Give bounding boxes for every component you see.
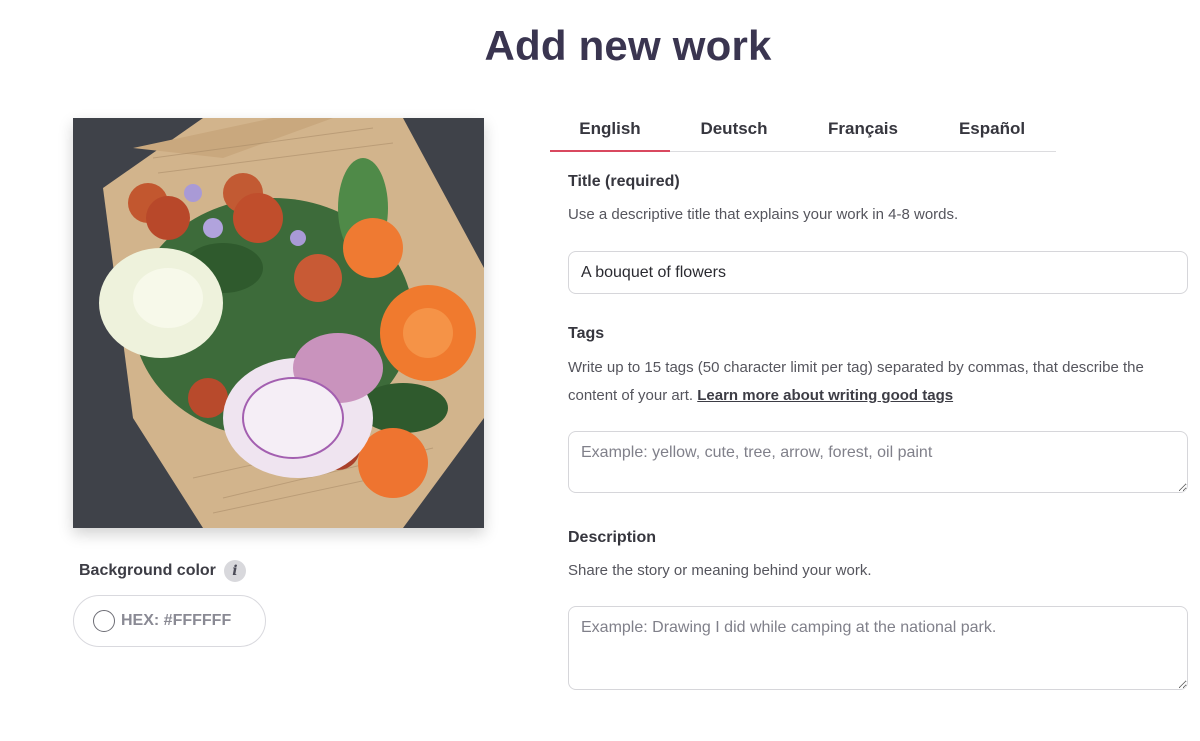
tab-english[interactable]: English (550, 112, 670, 152)
page-title: Add new work (484, 22, 772, 69)
title-label: Title (required) (568, 173, 680, 190)
background-color-label: Background color i (79, 560, 246, 582)
description-help: Share the story or meaning behind your w… (568, 562, 872, 579)
title-help: Use a descriptive title that explains yo… (568, 206, 959, 223)
description-label: Description (568, 529, 657, 546)
tags-help: Write up to 15 tags (50 character limit … (568, 354, 1188, 410)
learn-more-tags-link[interactable]: Learn more about writing good tags (697, 387, 953, 404)
artwork-image (73, 118, 484, 528)
color-swatch[interactable] (93, 610, 115, 632)
tab-francais[interactable]: Français (798, 112, 928, 151)
language-tabs: English Deutsch Français Español (550, 112, 1056, 152)
title-input[interactable] (568, 251, 1188, 294)
background-color-label-text: Background color (79, 562, 216, 579)
background-color-picker[interactable]: HEX: #FFFFFF (73, 595, 266, 647)
description-input[interactable] (568, 606, 1188, 690)
info-icon[interactable]: i (223, 560, 246, 582)
tags-input[interactable] (568, 431, 1188, 493)
tags-label: Tags (568, 325, 605, 342)
tab-espanol[interactable]: Español (928, 112, 1056, 151)
tab-deutsch[interactable]: Deutsch (670, 112, 798, 151)
artwork-preview (73, 118, 484, 528)
hex-value: HEX: #FFFFFF (121, 612, 232, 629)
